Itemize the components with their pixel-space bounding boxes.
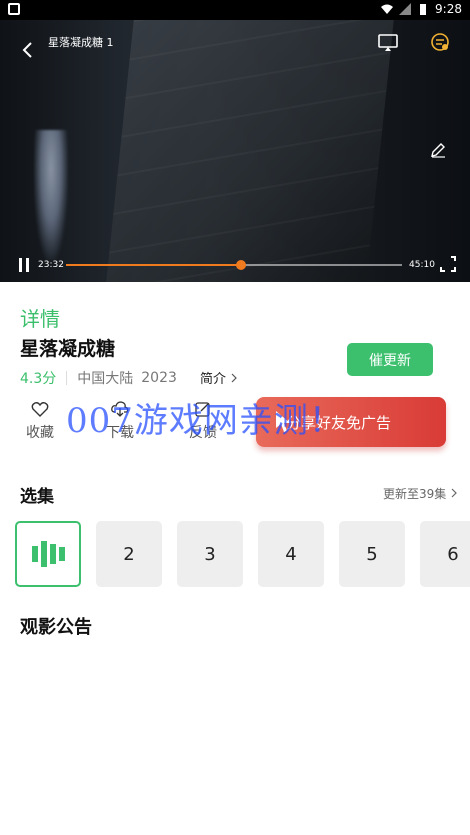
region: 中国大陆 <box>77 371 134 387</box>
status-icons: 9:28 <box>381 2 462 16</box>
heart-icon <box>31 402 49 417</box>
pause-icon[interactable] <box>18 258 30 272</box>
pen-icon[interactable] <box>430 142 446 158</box>
episode-item[interactable]: 6 <box>420 521 470 587</box>
episode-number: 5 <box>366 543 378 565</box>
progress-fill <box>66 264 241 266</box>
chevron-right-icon <box>451 488 457 498</box>
current-time: 23:32 <box>38 260 64 270</box>
duration-time: 45:10 <box>409 260 435 270</box>
status-time: 9:28 <box>435 2 462 16</box>
episode-number: 2 <box>123 543 135 565</box>
episode-item[interactable] <box>15 521 81 587</box>
video-player[interactable]: 星落凝成糖 1 23:32 45:10 <box>0 20 470 282</box>
watermark: 007游戏网亲测！ <box>66 401 344 441</box>
episodes-update-text: 更新至39集 <box>383 487 447 501</box>
fullscreen-icon[interactable] <box>440 256 456 272</box>
back-icon[interactable] <box>18 40 38 60</box>
status-bar: 9:28 <box>0 0 470 20</box>
episode-list: 2 3 4 5 6 <box>15 521 470 587</box>
episode-item[interactable]: 4 <box>258 521 324 587</box>
notice-title: 观影公告 <box>20 617 92 638</box>
progress-knob[interactable] <box>235 260 246 270</box>
battery-icon <box>420 4 427 15</box>
favorite-button[interactable]: 收藏 <box>20 400 60 442</box>
wifi-icon <box>381 4 394 14</box>
episode-number: 6 <box>447 543 459 565</box>
cast-icon[interactable] <box>378 34 398 52</box>
episodes-update-link[interactable]: 更新至39集 <box>383 485 458 502</box>
chevron-right-icon <box>231 373 238 383</box>
intro-link[interactable]: 简介 <box>200 368 238 387</box>
episode-number: 4 <box>285 543 297 565</box>
playing-bars-icon <box>31 539 65 569</box>
video-frame-wall <box>106 20 394 282</box>
signal-icon <box>399 3 412 15</box>
progress-bar[interactable] <box>66 260 402 270</box>
show-meta: 4.3分 中国大陆 2023 <box>20 368 177 388</box>
intro-label: 简介 <box>200 372 227 387</box>
player-controls: 23:32 45:10 <box>0 252 470 280</box>
episode-number: 3 <box>204 543 216 565</box>
year: 2023 <box>141 370 177 386</box>
favorite-label: 收藏 <box>26 425 54 441</box>
urge-update-button[interactable]: 催更新 <box>347 343 433 376</box>
notification-icon <box>8 3 20 15</box>
episode-item[interactable]: 5 <box>339 521 405 587</box>
danmu-icon[interactable] <box>430 32 450 52</box>
video-title: 星落凝成糖 1 <box>48 36 114 49</box>
show-title: 星落凝成糖 <box>20 338 116 360</box>
video-frame-figure <box>34 130 68 260</box>
tab-detail[interactable]: 详情 <box>20 303 60 332</box>
rating: 4.3分 <box>20 371 57 387</box>
episode-item[interactable]: 2 <box>96 521 162 587</box>
meta-divider <box>66 371 68 385</box>
episodes-title: 选集 <box>20 487 54 507</box>
episode-item[interactable]: 3 <box>177 521 243 587</box>
